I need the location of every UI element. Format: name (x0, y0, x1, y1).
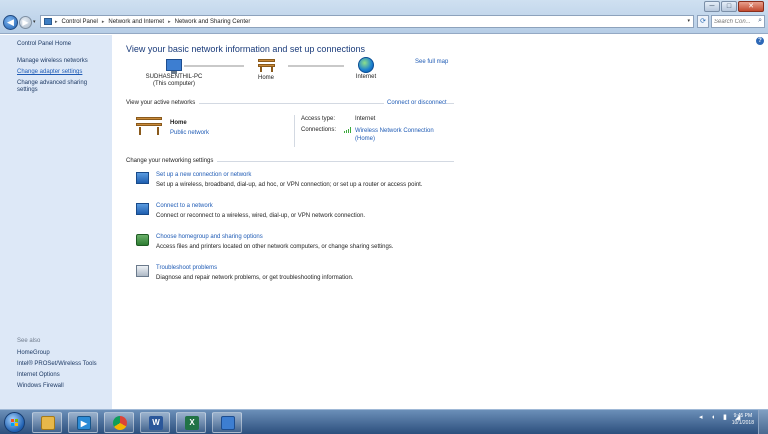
taskbar-chrome-button[interactable] (104, 412, 134, 433)
clock[interactable]: 9:45 PM 10/1/2018 (732, 413, 754, 427)
refresh-icon[interactable]: ⟳ (697, 15, 709, 28)
access-type-value: Internet (355, 116, 376, 122)
sidebar-manage-wireless-networks[interactable]: Manage wireless networks (17, 58, 112, 65)
see-also-list: HomeGroup Intel® PROSet/Wireless Tools I… (17, 350, 97, 394)
address-dropdown-icon[interactable]: ▾ (687, 18, 690, 24)
folder-icon (41, 416, 55, 430)
show-desktop-button[interactable] (758, 410, 768, 434)
taskbar-word-button[interactable]: W (140, 412, 170, 433)
wireless-connection-link[interactable]: Wireless Network Connection (Home) (355, 127, 451, 143)
see-also-homegroup[interactable]: HomeGroup (17, 350, 97, 356)
breadcrumb-separator: ▸ (101, 18, 105, 25)
word-icon: W (149, 416, 163, 430)
search-input[interactable] (712, 16, 754, 27)
access-type-label: Access type: (301, 116, 336, 122)
map-network-label: Home (257, 75, 274, 81)
taskbar-excel-button[interactable]: X (176, 412, 206, 433)
volume-icon[interactable]: ◖ (711, 414, 718, 421)
back-button[interactable]: ◀ (3, 15, 18, 30)
see-also-heading: See also (17, 338, 41, 344)
main-content: ? View your basic network information an… (112, 35, 768, 409)
clock-date: 10/1/2018 (731, 420, 754, 426)
search-box[interactable]: ⌕ (711, 15, 765, 28)
homegroup-link[interactable]: Choose homegroup and sharing options (156, 234, 263, 240)
computer-icon (166, 59, 182, 74)
see-also-internet-options[interactable]: Internet Options (17, 372, 97, 378)
connect-network-desc: Connect or reconnect to a wireless, wire… (156, 213, 366, 219)
taskbar-media-player-button[interactable]: ▶ (68, 412, 98, 433)
active-network-name: Home (170, 120, 187, 126)
homegroup-icon (136, 234, 149, 246)
connections-label: Connections: (301, 127, 337, 133)
connect-or-disconnect-link[interactable]: Connect or disconnect (384, 100, 447, 106)
windows-logo-icon (11, 419, 19, 427)
computer-name: SUDHASENTHIL-PC (145, 74, 203, 80)
address-bar[interactable]: ▸ Control Panel ▸ Network and Internet ▸… (40, 15, 694, 28)
breadcrumb-network-and-sharing-center[interactable]: Network and Sharing Center (175, 19, 251, 25)
map-network-node[interactable]: Home (246, 59, 286, 82)
forward-button[interactable]: ▶ (19, 16, 32, 29)
wireless-signal-icon (344, 127, 352, 133)
change-settings-label: Change your networking settings (126, 158, 214, 164)
breadcrumb-network-and-internet[interactable]: Network and Internet (108, 19, 164, 25)
start-button[interactable] (4, 412, 25, 433)
sidebar-change-advanced-sharing-settings[interactable]: Change advanced sharing settings (17, 80, 105, 94)
history-dropdown-icon[interactable]: ▾ (33, 19, 36, 25)
network-center-icon (221, 416, 235, 430)
sidebar-control-panel-home[interactable]: Control Panel Home (17, 41, 112, 48)
troubleshoot-desc: Diagnose and repair network problems, or… (156, 275, 354, 281)
active-networks-label: View your active networks (126, 100, 196, 106)
page-title: View your basic network information and … (126, 44, 365, 54)
breadcrumb-control-panel[interactable]: Control Panel (62, 19, 98, 25)
map-connector-line (288, 65, 344, 67)
map-internet-node[interactable]: Internet (346, 57, 386, 81)
minimize-button[interactable]: ─ (704, 1, 720, 12)
see-full-map-link[interactable]: See full map (415, 59, 448, 65)
window-controls: ─ □ ✕ (703, 1, 764, 13)
taskbar-network-center-button[interactable] (212, 412, 242, 433)
troubleshoot-icon (136, 265, 149, 277)
map-computer-node[interactable]: SUDHASENTHIL-PC (This computer) (138, 59, 210, 88)
excel-icon: X (185, 416, 199, 430)
taskbar-explorer-button[interactable] (32, 412, 62, 433)
battery-icon[interactable]: ▮ (723, 414, 730, 421)
chrome-icon (113, 416, 127, 430)
setup-connection-icon (136, 172, 149, 184)
connect-network-link[interactable]: Connect to a network (156, 203, 213, 209)
breadcrumb-separator: ▸ (168, 18, 171, 25)
breadcrumb-separator: ▸ (55, 18, 58, 25)
navigation-bar: ─ □ ✕ ◀ ▶ ▾ ▸ Control Panel ▸ Network an… (0, 0, 768, 34)
troubleshoot-link[interactable]: Troubleshoot problems (156, 265, 217, 271)
setup-connection-link[interactable]: Set up a new connection or network (156, 172, 251, 178)
clock-time: 9:45 PM (733, 413, 753, 419)
search-icon[interactable]: ⌕ (758, 17, 762, 25)
homegroup-desc: Access files and printers located on oth… (156, 244, 394, 250)
network-type-link[interactable]: Public network (170, 130, 209, 136)
map-internet-label: Internet (355, 74, 377, 80)
connect-network-icon (136, 203, 149, 215)
maximize-button[interactable]: □ (721, 1, 737, 12)
active-network-icon[interactable] (136, 117, 162, 135)
setup-connection-desc: Set up a wireless, broadband, dial-up, a… (156, 182, 423, 188)
sidebar-change-adapter-settings[interactable]: Change adapter settings (17, 69, 112, 76)
network-divider (294, 115, 295, 147)
taskbar: ▶ W X ◂ ◖ ▮ ◢ 9:45 PM 10/1/2018 (0, 409, 768, 434)
see-also-windows-firewall[interactable]: Windows Firewall (17, 383, 97, 389)
control-panel-icon (44, 18, 52, 25)
globe-icon (358, 57, 374, 73)
bench-network-icon (257, 59, 275, 72)
change-settings-heading: Change your networking settings (126, 158, 454, 164)
tray-expand-icon[interactable]: ◂ (699, 414, 706, 421)
sidebar: Control Panel Home Manage wireless netwo… (0, 35, 112, 409)
media-player-icon: ▶ (77, 416, 91, 430)
computer-sub-label: (This computer) (152, 81, 195, 87)
see-also-intel-proset[interactable]: Intel® PROSet/Wireless Tools (17, 361, 97, 367)
close-button[interactable]: ✕ (738, 1, 764, 12)
help-icon[interactable]: ? (756, 37, 764, 45)
